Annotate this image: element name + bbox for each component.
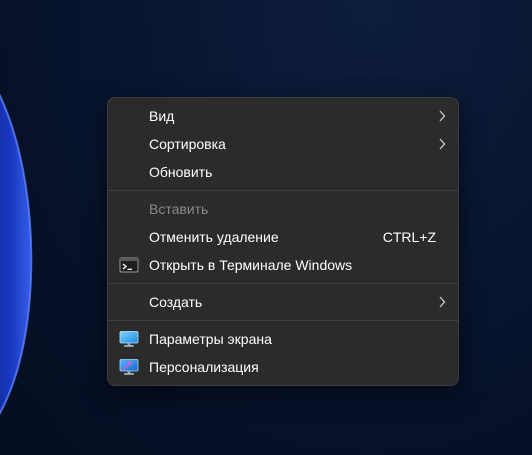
menu-item-label: Вставить: [149, 201, 209, 217]
chevron-right-icon: [439, 110, 446, 122]
menu-item-new[interactable]: Создать: [108, 288, 458, 316]
menu-item-label: Отменить удаление: [149, 229, 279, 245]
menu-item-label: Параметры экрана: [149, 331, 272, 347]
chevron-right-icon: [439, 138, 446, 150]
context-menu: Вид Сортировка Обновить Вставить Отменит…: [107, 97, 459, 386]
menu-item-personalization[interactable]: Персонализация: [108, 353, 458, 381]
desktop[interactable]: Вид Сортировка Обновить Вставить Отменит…: [0, 0, 532, 455]
menu-item-label: Создать: [149, 294, 203, 310]
menu-item-label: Персонализация: [149, 359, 259, 375]
menu-item-refresh[interactable]: Обновить: [108, 158, 458, 186]
chevron-right-icon: [439, 296, 446, 308]
menu-item-label: Вид: [149, 108, 175, 124]
wallpaper-bloom: [0, 93, 33, 415]
menu-item-label: Сортировка: [149, 136, 226, 152]
menu-separator: [108, 283, 458, 284]
menu-item-paste: Вставить: [108, 195, 458, 223]
menu-item-view[interactable]: Вид: [108, 102, 458, 130]
menu-separator: [108, 320, 458, 321]
menu-separator: [108, 190, 458, 191]
menu-item-label: Обновить: [149, 164, 213, 180]
display-settings-icon: [119, 331, 139, 347]
terminal-icon: [119, 257, 139, 273]
menu-item-label: Открыть в Терминале Windows: [149, 257, 353, 273]
menu-item-display-settings[interactable]: Параметры экрана: [108, 325, 458, 353]
menu-item-open-terminal[interactable]: Открыть в Терминале Windows: [108, 251, 458, 279]
menu-item-sort[interactable]: Сортировка: [108, 130, 458, 158]
menu-item-undo-delete[interactable]: Отменить удаление CTRL+Z: [108, 223, 458, 251]
personalization-icon: [119, 359, 139, 375]
menu-item-shortcut: CTRL+Z: [382, 229, 436, 245]
